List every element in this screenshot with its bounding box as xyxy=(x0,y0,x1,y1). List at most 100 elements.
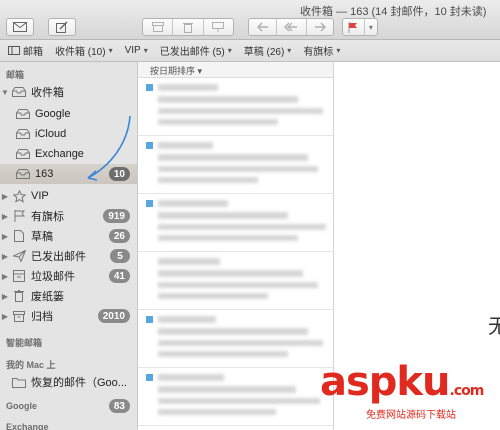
mailbox-action-group xyxy=(142,18,234,36)
exchange-account-header[interactable]: Exchange xyxy=(6,422,49,430)
forward-button[interactable] xyxy=(305,19,333,35)
star-icon xyxy=(10,189,28,203)
sidebar-item-label: 垃圾邮件 xyxy=(31,271,75,283)
sidebar-item-label: Exchange xyxy=(35,148,84,160)
message-row[interactable] xyxy=(138,310,333,368)
blurred-snippet xyxy=(158,340,323,346)
flag-icon xyxy=(348,21,358,33)
blurred-subject xyxy=(158,386,296,393)
reply-all-icon xyxy=(284,22,298,32)
watermark-main: aspku xyxy=(320,359,451,405)
toolbar: 收件箱 — 163 (14 封邮件，10 封未读) ▾ xyxy=(0,0,500,40)
favorite-drafts[interactable]: 草稿 (26) ▾ xyxy=(238,43,298,58)
message-row[interactable] xyxy=(138,368,333,426)
sidebar-item-recovered[interactable]: 恢复的邮件（Goo... xyxy=(0,372,137,392)
sidebar-item-archive[interactable]: ▶ 归档 2010 xyxy=(0,306,137,326)
favorite-label: 收件箱 (10) xyxy=(55,47,106,58)
favorite-vip[interactable]: VIP ▾ xyxy=(119,45,154,56)
get-mail-button[interactable] xyxy=(6,18,34,36)
flag-button[interactable] xyxy=(343,19,364,35)
window-title: 收件箱 — 163 (14 封邮件，10 封未读) xyxy=(300,6,487,18)
envelope-icon xyxy=(13,22,27,32)
favorite-label: VIP xyxy=(124,45,141,56)
new-message-button[interactable] xyxy=(48,18,76,36)
sidebar-item-trash[interactable]: ▶ 废纸篓 xyxy=(0,286,137,306)
blurred-snippet xyxy=(158,398,320,404)
reply-button[interactable] xyxy=(249,19,276,35)
disclosure-collapsed-icon[interactable]: ▶ xyxy=(0,292,10,301)
sidebar-item-flagged[interactable]: ▶ 有旗标 919 xyxy=(0,206,137,226)
favorite-label: 草稿 (26) xyxy=(243,47,285,58)
favorite-mailboxes[interactable]: 邮箱 xyxy=(0,43,49,58)
chevron-down-icon[interactable]: ▾ xyxy=(363,19,377,35)
compose-icon xyxy=(56,21,68,33)
sidebar-item-inbox[interactable]: ▼ 收件箱 xyxy=(0,82,137,102)
sort-bar[interactable]: 按日期排序 ▾ xyxy=(138,62,333,78)
count-badge: 83 xyxy=(108,399,130,413)
archive-icon xyxy=(10,309,28,323)
message-row[interactable] xyxy=(138,78,333,136)
sidebar: 邮箱 ▼ 收件箱 Google iCloud Exchange 163 10 ▶… xyxy=(0,62,138,430)
blurred-snippet xyxy=(158,409,276,415)
unread-indicator xyxy=(146,200,153,207)
blurred-snippet xyxy=(158,166,318,172)
blurred-snippet xyxy=(158,235,298,241)
sidebar-item-label: 有旗标 xyxy=(31,211,64,223)
junk-icon xyxy=(10,269,28,283)
favorites-bar: 邮箱 收件箱 (10) ▾ VIP ▾ 已发出邮件 (5) ▾ 草稿 (26) ▾ 有旗… xyxy=(0,40,500,62)
reply-icon xyxy=(256,22,268,32)
archive-icon xyxy=(151,22,164,32)
smart-mailboxes-header[interactable]: 智能邮箱 xyxy=(6,336,42,349)
folder-icon xyxy=(10,375,28,389)
junk-button[interactable] xyxy=(202,19,233,35)
sidebar-item-label: 归档 xyxy=(31,311,53,323)
sidebar-item-label: 草稿 xyxy=(31,231,53,243)
favorite-flagged[interactable]: 有旗标 ▾ xyxy=(297,43,346,58)
inbox-icon xyxy=(14,147,32,161)
blurred-subject xyxy=(158,328,308,335)
google-account-header[interactable]: Google 83 xyxy=(0,396,137,416)
sort-by-date-label[interactable]: 按日期排序 ▾ xyxy=(150,64,202,77)
sidebar-item-label: 恢复的邮件（Goo... xyxy=(31,377,127,389)
disclosure-collapsed-icon[interactable]: ▶ xyxy=(0,212,10,221)
blurred-snippet xyxy=(158,119,278,125)
inbox-icon xyxy=(14,107,32,121)
archive-button[interactable] xyxy=(143,19,172,35)
chevron-down-icon: ▾ xyxy=(197,66,203,76)
document-icon xyxy=(10,229,28,243)
blurred-subject xyxy=(158,270,303,277)
blurred-sender xyxy=(158,142,213,149)
count-badge: 2010 xyxy=(97,309,130,323)
message-row[interactable] xyxy=(138,136,333,194)
disclosure-collapsed-icon[interactable]: ▶ xyxy=(0,192,10,201)
disclosure-collapsed-icon[interactable]: ▶ xyxy=(0,312,10,321)
chevron-down-icon: ▾ xyxy=(227,46,232,55)
chevron-down-icon: ▾ xyxy=(108,46,113,55)
disclosure-collapsed-icon[interactable]: ▶ xyxy=(0,232,10,241)
flag-icon xyxy=(10,209,28,223)
favorite-inbox[interactable]: 收件箱 (10) ▾ xyxy=(49,43,119,58)
sidebar-item-sent[interactable]: ▶ 已发出邮件 5 xyxy=(0,246,137,266)
disclosure-expanded-icon[interactable]: ▼ xyxy=(0,88,10,97)
message-row[interactable] xyxy=(138,252,333,310)
reply-all-button[interactable] xyxy=(276,19,305,35)
disclosure-collapsed-icon[interactable]: ▶ xyxy=(0,272,10,281)
flag-menu-button[interactable]: ▾ xyxy=(342,18,378,36)
message-row[interactable] xyxy=(138,194,333,252)
no-message-selected-text: 无 xyxy=(488,316,500,338)
blurred-sender xyxy=(158,374,224,381)
sort-label: 按日期排序 xyxy=(150,66,196,76)
favorite-sent[interactable]: 已发出邮件 (5) ▾ xyxy=(154,43,238,58)
delete-button[interactable] xyxy=(172,19,202,35)
sidebar-toggle-icon xyxy=(8,46,20,55)
chevron-down-icon: ▾ xyxy=(143,46,148,55)
sidebar-item-label: Google xyxy=(35,108,71,120)
on-my-mac-header[interactable]: 我的 Mac 上 xyxy=(6,358,56,371)
paper-plane-icon xyxy=(10,249,28,263)
sidebar-item-drafts[interactable]: ▶ 草稿 26 xyxy=(0,226,137,246)
count-badge: 41 xyxy=(108,269,130,283)
disclosure-collapsed-icon[interactable]: ▶ xyxy=(0,252,10,261)
unread-indicator xyxy=(146,142,153,149)
sidebar-item-vip[interactable]: ▶ VIP xyxy=(0,186,137,206)
sidebar-item-junk[interactable]: ▶ 垃圾邮件 41 xyxy=(0,266,137,286)
